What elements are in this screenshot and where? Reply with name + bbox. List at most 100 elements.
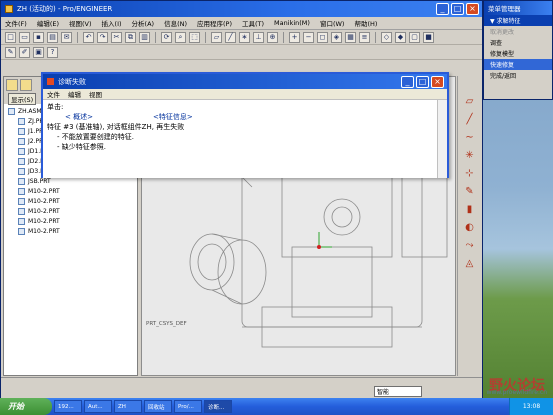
datum-plane-toggle-icon[interactable]: ▱ xyxy=(211,31,222,43)
taskbar-item[interactable]: Aut... xyxy=(84,400,112,413)
dialog-menu-file[interactable]: 文件 xyxy=(47,89,60,99)
model-tree-tab-icon[interactable] xyxy=(6,79,18,91)
taskbar-item[interactable]: 回收站 xyxy=(144,400,172,413)
datum-axis-icon[interactable]: ╱ xyxy=(464,114,476,126)
tree-item[interactable]: M10-2.PRT xyxy=(4,226,137,236)
dialog-titlebar[interactable]: 诊断失败 _ □ × xyxy=(43,74,447,89)
menu-window[interactable]: 窗口(W) xyxy=(320,18,345,28)
dialog-menu-edit[interactable]: 编辑 xyxy=(68,89,81,99)
datum-point-icon[interactable]: ✳ xyxy=(464,150,476,162)
shading-icon[interactable]: ■ xyxy=(423,31,434,43)
dialog-close-button[interactable]: × xyxy=(431,75,444,88)
minimize-button[interactable]: _ xyxy=(436,3,449,15)
tree-item[interactable]: M10-2.PRT xyxy=(4,206,137,216)
menu-file[interactable]: 文件(F) xyxy=(5,18,27,28)
datum-axis-toggle-icon[interactable]: ╱ xyxy=(225,31,236,43)
taskbar-item-active[interactable]: 诊断... xyxy=(204,400,232,413)
taskbar-item[interactable]: 192... xyxy=(54,400,82,413)
tree-item-label: M10-2.PRT xyxy=(28,217,60,225)
folder-browser-tab-icon[interactable] xyxy=(20,79,32,91)
menu-manager-item[interactable]: 快速修复 xyxy=(484,59,552,70)
csys-toggle-icon[interactable]: ⊥ xyxy=(253,31,264,43)
datum-plane-icon[interactable]: ▱ xyxy=(464,96,476,108)
status-code-label: PRT_CSYS_DEF xyxy=(146,321,187,327)
no-hidden-icon[interactable]: ▢ xyxy=(409,31,420,43)
regenerate-icon[interactable]: ⟳ xyxy=(161,31,172,43)
menu-info[interactable]: 信息(N) xyxy=(164,18,187,28)
wireframe-icon[interactable]: ◇ xyxy=(381,31,392,43)
annotation-icon[interactable]: ✎ xyxy=(464,186,476,198)
datum-curve-icon[interactable]: ∼ xyxy=(464,132,476,144)
sweep-icon[interactable]: ⤳ xyxy=(464,240,476,252)
menu-manager-item: 取消更改 xyxy=(490,29,515,36)
part-icon xyxy=(18,207,25,215)
start-button[interactable]: 开始 xyxy=(0,398,52,415)
find-icon[interactable]: ⌕ xyxy=(175,31,186,43)
refit-icon[interactable]: ◻ xyxy=(317,31,328,43)
feature-info-link[interactable]: <特征信息> xyxy=(153,112,193,122)
menu-edit[interactable]: 编辑(E) xyxy=(37,18,59,28)
undo-icon[interactable]: ↶ xyxy=(83,31,94,43)
smart-filter-select[interactable]: 智能 xyxy=(374,386,422,397)
maximize-button[interactable]: □ xyxy=(451,3,464,15)
edit-tool-icon[interactable]: ✐ xyxy=(19,46,30,58)
reorient-icon[interactable]: ◈ xyxy=(331,31,342,43)
model-tool-icon[interactable]: ▣ xyxy=(33,46,44,58)
csys-icon[interactable]: ⊹ xyxy=(464,168,476,180)
failure-bullet: - 不能放置要创建的特征. xyxy=(57,133,134,141)
menu-insert[interactable]: 插入(I) xyxy=(102,18,122,28)
menu-help[interactable]: 帮助(H) xyxy=(354,18,377,28)
saved-views-icon[interactable]: ▦ xyxy=(345,31,356,43)
menu-applications[interactable]: 应用程序(P) xyxy=(197,18,232,28)
redo-icon[interactable]: ↷ xyxy=(97,31,108,43)
open-file-icon[interactable]: ▭ xyxy=(19,31,30,43)
what-is-this-icon[interactable]: ? xyxy=(47,46,58,58)
layers-icon[interactable]: ≡ xyxy=(359,31,370,43)
menu-view[interactable]: 视图(V) xyxy=(69,18,92,28)
close-button[interactable]: × xyxy=(466,3,479,15)
taskbar-item[interactable]: ZH xyxy=(114,400,142,413)
menu-manager-item[interactable]: 完成/返回 xyxy=(484,70,552,81)
paste-icon[interactable]: ▥ xyxy=(139,31,150,43)
tree-item[interactable]: M10-2.PRT xyxy=(4,216,137,226)
dialog-scrollbar[interactable] xyxy=(437,100,447,178)
taskbar-item[interactable]: Pro/... xyxy=(174,400,202,413)
dialog-menu-view[interactable]: 视图 xyxy=(89,89,102,99)
extrude-icon[interactable]: ▮ xyxy=(464,204,476,216)
menu-manikin[interactable]: Manikin(M) xyxy=(274,19,310,27)
select-box-icon[interactable]: ⬚ xyxy=(189,31,200,43)
main-titlebar[interactable]: ZH (活动的) - Pro/ENGINEER _ □ × xyxy=(1,1,482,17)
menu-manager-item[interactable]: 调查 xyxy=(484,37,552,48)
menu-analysis[interactable]: 分析(A) xyxy=(132,18,155,28)
copy-icon[interactable]: ⧉ xyxy=(125,31,136,43)
menubar: 文件(F) 编辑(E) 视图(V) 插入(I) 分析(A) 信息(N) 应用程序… xyxy=(1,17,482,30)
menu-manager-item[interactable]: ▼ 求解特征 xyxy=(484,15,552,26)
diagnostic-dialog: 诊断失败 _ □ × 文件 编辑 视图 单击: < 概述> <特征信息> 特征 … xyxy=(41,72,449,178)
window-title: ZH (活动的) - Pro/ENGINEER xyxy=(17,5,113,13)
save-icon[interactable]: ▪ xyxy=(33,31,44,43)
tree-show-button[interactable]: 显示(S) xyxy=(8,92,37,105)
menu-manager-list: ▼ 求解特征取消更改 调查 修复模型 快速修复 完成/返回 xyxy=(484,15,552,81)
zoom-out-icon[interactable]: − xyxy=(303,31,314,43)
hidden-line-icon[interactable]: ◆ xyxy=(395,31,406,43)
toolbar-separator xyxy=(283,31,284,43)
zoom-in-icon[interactable]: + xyxy=(289,31,300,43)
menu-manager: 菜单管理器 ▼ 求解特征 取消更改 调查 修复模型 快速修复 完成/返回 xyxy=(483,0,553,100)
sketch-tool-icon[interactable]: ✎ xyxy=(5,46,16,58)
revolve-icon[interactable]: ◐ xyxy=(464,222,476,234)
email-icon[interactable]: ✉ xyxy=(61,31,72,43)
tree-item[interactable]: M10-2.PRT xyxy=(4,196,137,206)
tree-item[interactable]: M10-2.PRT xyxy=(4,186,137,196)
dialog-minimize-button[interactable]: _ xyxy=(401,75,414,88)
spin-center-icon[interactable]: ⊕ xyxy=(267,31,278,43)
new-file-icon[interactable]: □ xyxy=(5,31,16,43)
part-icon xyxy=(18,177,25,185)
datum-point-toggle-icon[interactable]: ∗ xyxy=(239,31,250,43)
blend-icon[interactable]: ◬ xyxy=(464,258,476,270)
cut-icon[interactable]: ✂ xyxy=(111,31,122,43)
print-icon[interactable]: ▤ xyxy=(47,31,58,43)
overview-link[interactable]: < 概述> xyxy=(65,112,93,122)
dialog-maximize-button[interactable]: □ xyxy=(416,75,429,88)
menu-tools[interactable]: 工具(T) xyxy=(242,18,264,28)
menu-manager-item[interactable]: 修复模型 xyxy=(484,48,552,59)
